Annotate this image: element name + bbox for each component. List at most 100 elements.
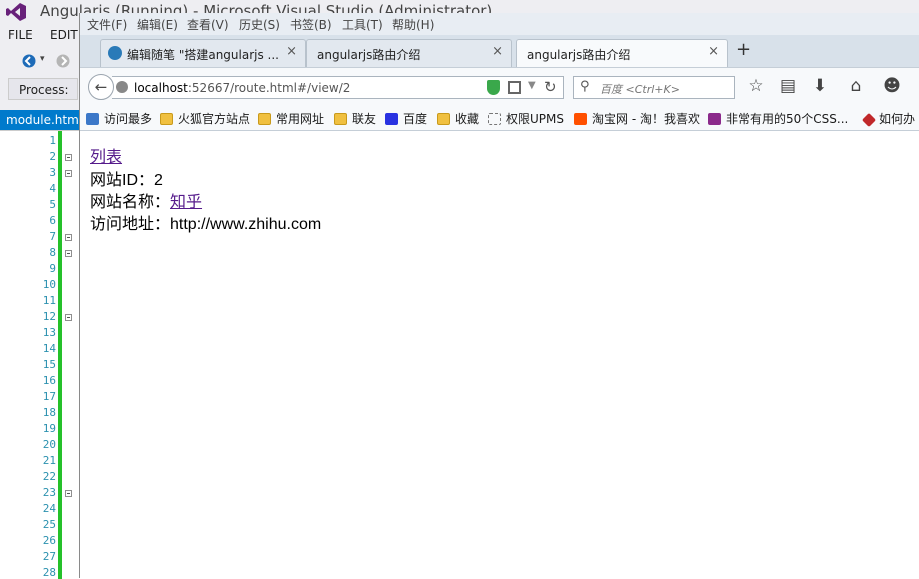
bookmark-label: 淘宝网 - 淘！我喜欢 — [592, 112, 700, 126]
fold-toggle-icon[interactable] — [65, 490, 72, 497]
bookmark-label: 如何办 — [879, 112, 916, 126]
line-number: 11 — [42, 294, 56, 307]
reading-list-icon[interactable]: ▤ — [778, 76, 798, 96]
line-number: 18 — [42, 406, 56, 419]
fold-toggle-icon[interactable] — [65, 314, 72, 321]
menu-edit[interactable]: 编辑(E) — [137, 16, 178, 33]
baidu-paw-icon — [385, 113, 398, 125]
url-text[interactable]: localhost:52667/route.html#/view/2 — [134, 81, 350, 95]
reload-icon[interactable]: ↻ — [544, 78, 557, 96]
menu-history[interactable]: 历史(S) — [239, 16, 280, 33]
bookmark-label: 访问最多 — [104, 112, 153, 126]
vs-menu-file[interactable]: FILE — [8, 28, 33, 42]
fold-toggle-icon[interactable] — [65, 234, 72, 241]
menu-help[interactable]: 帮助(H) — [392, 16, 434, 33]
line-number: 3 — [49, 166, 56, 179]
folder-icon — [334, 113, 347, 125]
fold-toggle-icon[interactable] — [65, 170, 72, 177]
line-number: 20 — [42, 438, 56, 451]
line-number: 25 — [42, 518, 56, 531]
blog-favicon-icon — [108, 46, 122, 60]
site-name-row: 网站名称：知乎 — [90, 188, 202, 212]
bookmark-most-visited[interactable]: 访问最多 — [86, 110, 152, 127]
bookmark-label: 收藏 — [455, 112, 480, 126]
fold-toggle-icon[interactable] — [65, 154, 72, 161]
line-number: 15 — [42, 358, 56, 371]
qr-code-icon[interactable] — [508, 81, 521, 94]
tab-close-icon[interactable]: × — [492, 44, 503, 59]
vs-menu-edit[interactable]: EDIT — [50, 28, 78, 42]
bookmark-lianyou[interactable]: 联友 — [334, 110, 376, 127]
back-arrow-icon[interactable] — [22, 54, 36, 68]
line-number: 21 — [42, 454, 56, 467]
site-id-value: 2 — [154, 172, 163, 189]
url-host: localhost — [134, 81, 188, 95]
search-box[interactable]: ⚲ 百度 <Ctrl+K> — [573, 76, 735, 99]
bookmark-how-to[interactable]: 如何办 — [861, 110, 916, 128]
line-number: 24 — [42, 502, 56, 515]
url-dropdown-icon[interactable]: ▼ — [528, 80, 536, 91]
bookmark-common-sites[interactable]: 常用网址 — [258, 110, 324, 127]
back-button[interactable]: ← — [88, 74, 114, 100]
line-number: 2 — [49, 150, 56, 163]
vs-code-editor[interactable]: 1 2 3 4 5 6 7 8 9 10 11 12 13 14 15 16 17 18 19 20 21 22 23 24 2… — [0, 130, 80, 579]
bookmark-favorites[interactable]: 收藏 — [437, 110, 479, 127]
bookmark-firefox-site[interactable]: 火狐官方站点 — [160, 110, 250, 127]
bookmark-label: 权限UPMS — [506, 112, 564, 126]
bookmark-taobao[interactable]: 淘宝网 - 淘！我喜欢 — [574, 110, 700, 127]
tab-routing-intro-active[interactable]: angularjs路由介绍 × — [516, 39, 728, 67]
tab-blog-edit[interactable]: 编辑随笔 "搭建angularjs ... × — [100, 39, 306, 67]
tab-routing-intro-1[interactable]: angularjs路由介绍 × — [306, 39, 512, 67]
menu-bookmarks[interactable]: 书签(B) — [290, 16, 332, 33]
site-name-link[interactable]: 知乎 — [170, 194, 202, 211]
line-number: 17 — [42, 390, 56, 403]
list-link[interactable]: 列表 — [90, 143, 122, 167]
bookmark-baidu[interactable]: 百度 — [385, 110, 427, 127]
menu-tools[interactable]: 工具(T) — [342, 16, 383, 33]
site-name-label: 网站名称： — [90, 194, 171, 211]
new-tab-button[interactable]: + — [736, 39, 751, 60]
chevron-down-icon[interactable]: ▾ — [40, 54, 45, 64]
fold-toggle-icon[interactable] — [65, 250, 72, 257]
home-icon[interactable]: ⌂ — [846, 76, 866, 96]
line-number: 5 — [49, 198, 56, 211]
menu-file[interactable]: 文件(F) — [87, 16, 127, 33]
chat-icon[interactable]: ☻ — [882, 76, 902, 96]
url-bar[interactable]: localhost:52667/route.html#/view/2 ▼ ↻ — [112, 76, 564, 99]
line-number: 4 — [49, 182, 56, 195]
line-number: 7 — [49, 230, 56, 243]
firefox-window: 文件(F) 编辑(E) 查看(V) 历史(S) 书签(B) 工具(T) 帮助(H… — [79, 13, 919, 578]
folder-icon — [160, 113, 173, 125]
diamond-icon — [861, 112, 877, 128]
page-content: 列表 网站ID：2 网站名称：知乎 访问地址：http://www.zhihu.… — [80, 131, 919, 578]
line-number: 16 — [42, 374, 56, 387]
download-icon[interactable]: ⬇ — [810, 76, 830, 96]
tab-label: angularjs路由介绍 — [317, 48, 421, 62]
site-url-row: 访问地址：http://www.zhihu.com — [90, 210, 321, 234]
vs-document-tab[interactable]: module.html — [0, 110, 80, 130]
vs-process-label: Process: — [8, 78, 78, 100]
navigation-toolbar: localhost:52667/route.html#/view/2 ▼ ↻ ←… — [80, 67, 919, 105]
folder-icon — [258, 113, 271, 125]
line-number: 8 — [49, 246, 56, 259]
line-number: 22 — [42, 470, 56, 483]
line-number: 6 — [49, 214, 56, 227]
security-shield-icon[interactable] — [487, 80, 500, 95]
tab-close-icon[interactable]: × — [286, 44, 297, 59]
line-number: 26 — [42, 534, 56, 547]
line-number: 12 — [42, 310, 56, 323]
bookmark-css-tips[interactable]: 非常有用的50个CSS... — [708, 110, 848, 127]
search-icon: ⚲ — [580, 79, 590, 94]
vs-toolbar: ▾ — [0, 46, 80, 76]
bookmark-label: 常用网址 — [276, 112, 325, 126]
bookmark-label: 联友 — [352, 112, 377, 126]
bookmark-star-icon[interactable]: ☆ — [746, 76, 766, 96]
site-id-row: 网站ID：2 — [90, 166, 163, 190]
bookmark-upms[interactable]: 权限UPMS — [488, 110, 564, 127]
line-number-gutter: 1 2 3 4 5 6 7 8 9 10 11 12 13 14 15 16 17 18 19 20 21 22 23 24 2… — [0, 131, 57, 579]
site-url-label: 访问地址： — [90, 216, 171, 233]
line-number: 13 — [42, 326, 56, 339]
tab-close-icon[interactable]: × — [708, 44, 719, 59]
menu-view[interactable]: 查看(V) — [187, 16, 229, 33]
forward-arrow-icon[interactable] — [56, 54, 70, 68]
